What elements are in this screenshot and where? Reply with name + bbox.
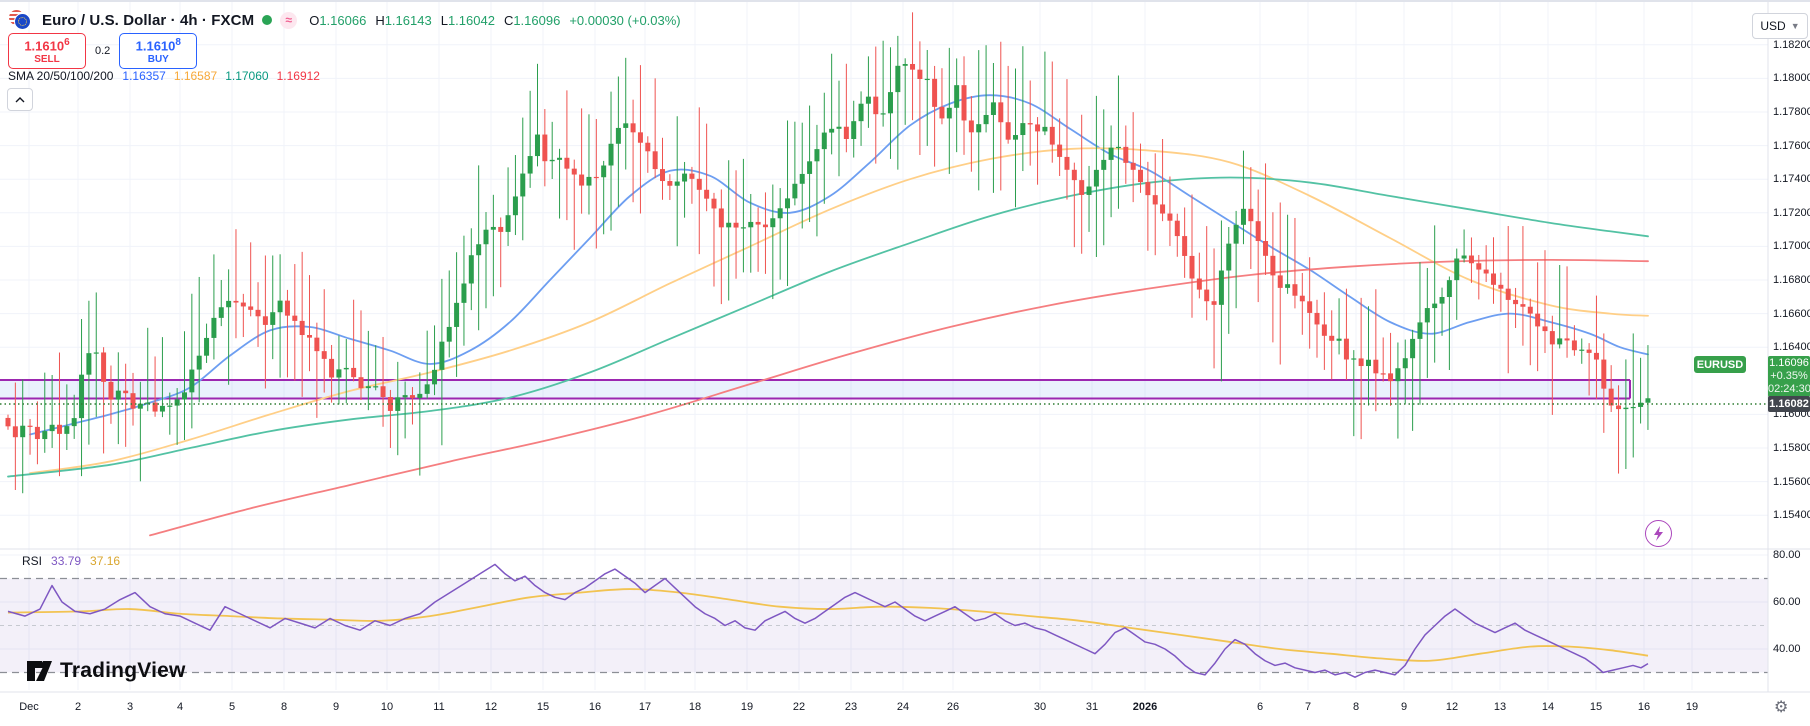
tradingview-watermark[interactable]: TradingView xyxy=(26,659,186,683)
sell-button[interactable]: 1.16106 SELL xyxy=(8,33,86,69)
rsi-tick-label: 40.00 xyxy=(1773,643,1801,655)
rsi-value: 33.79 xyxy=(51,554,81,568)
symbol-badge: EURUSD xyxy=(1694,356,1746,373)
rsi-legend[interactable]: RSI 33.79 37.16 xyxy=(22,554,120,568)
time-tick-label: 12 xyxy=(485,701,497,713)
time-tick-label: 6 xyxy=(1257,701,1263,713)
time-tick-label: 9 xyxy=(333,701,339,713)
instant-trading-button[interactable] xyxy=(1645,520,1672,547)
sma-value: 1.16357 xyxy=(122,69,165,83)
axis-settings-gear-icon[interactable]: ⚙ xyxy=(1774,697,1788,717)
rsi-tick-label: 80.00 xyxy=(1773,549,1801,561)
time-tick-label: 8 xyxy=(1353,701,1359,713)
high-value: 1.16143 xyxy=(385,13,432,28)
price-tick-label: 1.17000 xyxy=(1773,240,1810,252)
time-tick-label: Dec xyxy=(19,701,39,713)
sma-value: 1.16587 xyxy=(174,69,217,83)
time-tick-label: 12 xyxy=(1446,701,1458,713)
price-tick-label: 1.17200 xyxy=(1773,207,1810,219)
time-tick-label: 14 xyxy=(1542,701,1554,713)
buy-button[interactable]: 1.16108 BUY xyxy=(119,33,197,69)
sma-value: 1.17060 xyxy=(225,69,268,83)
collapse-pane-button[interactable] xyxy=(7,88,33,111)
low-value: 1.16042 xyxy=(448,13,495,28)
bar-countdown: 02:24:30 xyxy=(1768,383,1810,396)
time-tick-label: 2 xyxy=(75,701,81,713)
price-tick-label: 1.15800 xyxy=(1773,442,1810,454)
time-tick-label: 8 xyxy=(281,701,287,713)
time-tick-label: 16 xyxy=(1638,701,1650,713)
price-tick-label: 1.18200 xyxy=(1773,39,1810,51)
sma-legend-values: 1.16357 1.16587 1.17060 1.16912 xyxy=(122,69,328,83)
time-tick-label: 24 xyxy=(897,701,909,713)
price-tick-label: 1.16400 xyxy=(1773,341,1810,353)
time-tick-label: 17 xyxy=(639,701,651,713)
delayed-data-icon[interactable]: ≈ xyxy=(280,12,297,29)
time-tick-label: 2026 xyxy=(1133,701,1157,713)
time-tick-label: 16 xyxy=(589,701,601,713)
change-percent-value: +0.35% xyxy=(1768,370,1810,383)
spread-value: 0.2 xyxy=(95,45,110,57)
tradingview-logo-icon xyxy=(26,659,53,683)
price-tick-label: 1.18000 xyxy=(1773,72,1810,84)
price-tick-label: 1.17800 xyxy=(1773,106,1810,118)
time-tick-label: 31 xyxy=(1086,701,1098,713)
price-tick-label: 1.15600 xyxy=(1773,476,1810,488)
time-tick-label: 13 xyxy=(1494,701,1506,713)
time-axis[interactable]: Dec2345891011121516171819222324263031202… xyxy=(0,692,1810,726)
price-tick-label: 1.16800 xyxy=(1773,274,1810,286)
market-open-dot-icon[interactable] xyxy=(262,15,272,25)
trade-panel: 1.16106 SELL 0.2 1.16108 BUY xyxy=(8,33,197,69)
price-tick-label: 1.15400 xyxy=(1773,509,1810,521)
time-tick-label: 19 xyxy=(741,701,753,713)
currency-pair-flag-icon xyxy=(8,9,34,31)
close-value: 1.16096 xyxy=(513,13,560,28)
watermark-text: TradingView xyxy=(60,659,186,683)
time-tick-label: 30 xyxy=(1034,701,1046,713)
time-tick-label: 26 xyxy=(947,701,959,713)
rsi-tick-label: 60.00 xyxy=(1773,596,1801,608)
time-tick-label: 4 xyxy=(177,701,183,713)
time-tick-label: 3 xyxy=(127,701,133,713)
last-price-value: 1.16096 xyxy=(1768,357,1810,370)
sma-legend-label: SMA 20/50/100/200 xyxy=(8,69,113,83)
chevron-up-icon xyxy=(15,97,25,103)
time-tick-label: 5 xyxy=(229,701,235,713)
time-tick-label: 10 xyxy=(381,701,393,713)
symbol-title[interactable]: Euro / U.S. Dollar · 4h · FXCM xyxy=(42,12,254,29)
rsi-legend-label: RSI xyxy=(22,554,42,568)
time-tick-label: 18 xyxy=(689,701,701,713)
last-price-badge: 1.16096 +0.35% 02:24:30 xyxy=(1768,356,1810,397)
lightning-bolt-icon xyxy=(1653,526,1664,541)
price-tick-label: 1.16600 xyxy=(1773,308,1810,320)
time-tick-label: 22 xyxy=(793,701,805,713)
price-tick-label: 1.17600 xyxy=(1773,140,1810,152)
tradingview-chart-app: Euro / U.S. Dollar · 4h · FXCM ≈ O1.1606… xyxy=(0,0,1810,726)
price-axis[interactable]: 1.18200 1.18000 1.17800 1.17600 1.17400 1.172… xyxy=(1768,2,1810,692)
bid-price-badge: 1.16082 xyxy=(1768,396,1810,412)
time-tick-label: 11 xyxy=(433,701,444,713)
change-value: +0.00030 (+0.03%) xyxy=(569,13,680,28)
sma-legend[interactable]: SMA 20/50/100/200 1.163571.165871.170601… xyxy=(8,69,328,83)
time-tick-label: 9 xyxy=(1401,701,1407,713)
open-value: 1.16066 xyxy=(319,13,366,28)
time-tick-label: 7 xyxy=(1305,701,1311,713)
symbol-header: Euro / U.S. Dollar · 4h · FXCM ≈ O1.1606… xyxy=(8,8,681,32)
chart-canvas[interactable] xyxy=(0,2,1810,726)
ohlc-readout: O1.16066 H1.16143 L1.16042 C1.16096 +0.0… xyxy=(309,13,680,28)
sma-value: 1.16912 xyxy=(277,69,320,83)
time-tick-label: 15 xyxy=(537,701,549,713)
time-tick-label: 19 xyxy=(1686,701,1698,713)
price-tick-label: 1.17400 xyxy=(1773,173,1810,185)
time-tick-label: 23 xyxy=(845,701,857,713)
rsi-ma-value: 37.16 xyxy=(90,554,120,568)
time-tick-label: 15 xyxy=(1590,701,1602,713)
